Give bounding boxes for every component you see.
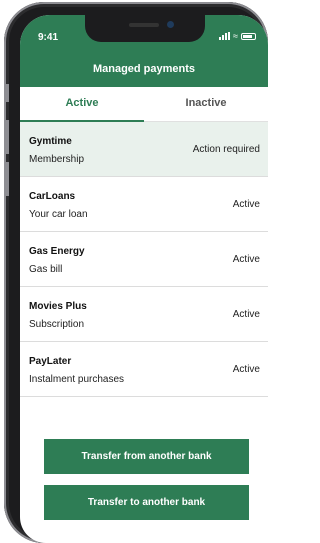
payment-name: CarLoans — [29, 191, 76, 202]
tab-active[interactable]: Active — [20, 87, 144, 122]
payment-row-paylater[interactable]: PayLater Instalment purchases Active — [20, 342, 268, 397]
payment-description: Membership — [29, 154, 85, 165]
speaker — [129, 23, 159, 27]
payment-description: Your car loan — [29, 209, 88, 220]
payment-description: Subscription — [29, 319, 85, 330]
payment-name: PayLater — [29, 356, 72, 367]
screen: 9:41 ≈ Managed payments Active Inactive … — [20, 15, 268, 543]
signal-icon — [219, 32, 231, 40]
transfer-to-bank-button[interactable]: Transfer to another bank — [44, 485, 249, 520]
payment-name: Gymtime — [29, 136, 72, 147]
status-icons: ≈ — [219, 31, 256, 41]
payment-status: Active — [232, 364, 260, 375]
payment-row-movies-plus[interactable]: Movies Plus Subscription Active — [20, 287, 268, 342]
payment-status: Active — [232, 309, 260, 320]
payment-row-gas-energy[interactable]: Gas Energy Gas bill Active — [20, 232, 268, 287]
battery-icon — [241, 32, 256, 40]
volume-down-button — [4, 162, 9, 196]
payment-row-gymtime[interactable]: Gymtime Membership Action required — [20, 122, 268, 177]
app-header: 9:41 ≈ Managed payments — [20, 15, 268, 87]
payment-name: Movies Plus — [29, 301, 87, 312]
notch — [85, 15, 205, 42]
payment-description: Instalment purchases — [29, 374, 125, 385]
tab-inactive[interactable]: Inactive — [144, 87, 268, 121]
volume-up-button — [4, 120, 9, 154]
silent-switch — [4, 84, 9, 102]
transfer-from-bank-button[interactable]: Transfer from another bank — [44, 439, 249, 474]
payment-description: Gas bill — [29, 264, 63, 275]
tab-bar: Active Inactive — [20, 87, 268, 122]
payment-status: Active — [232, 254, 260, 265]
payments-list: Gymtime Membership Action required CarLo… — [20, 122, 268, 397]
camera-icon — [167, 21, 174, 28]
payment-status: Action required — [192, 144, 260, 155]
payment-name: Gas Energy — [29, 246, 85, 257]
phone-frame: 9:41 ≈ Managed payments Active Inactive … — [4, 2, 268, 543]
status-time: 9:41 — [38, 32, 59, 43]
wifi-icon: ≈ — [233, 31, 238, 41]
payment-status: Active — [232, 199, 260, 210]
payment-row-carloans[interactable]: CarLoans Your car loan Active — [20, 177, 268, 232]
page-title: Managed payments — [92, 63, 196, 75]
